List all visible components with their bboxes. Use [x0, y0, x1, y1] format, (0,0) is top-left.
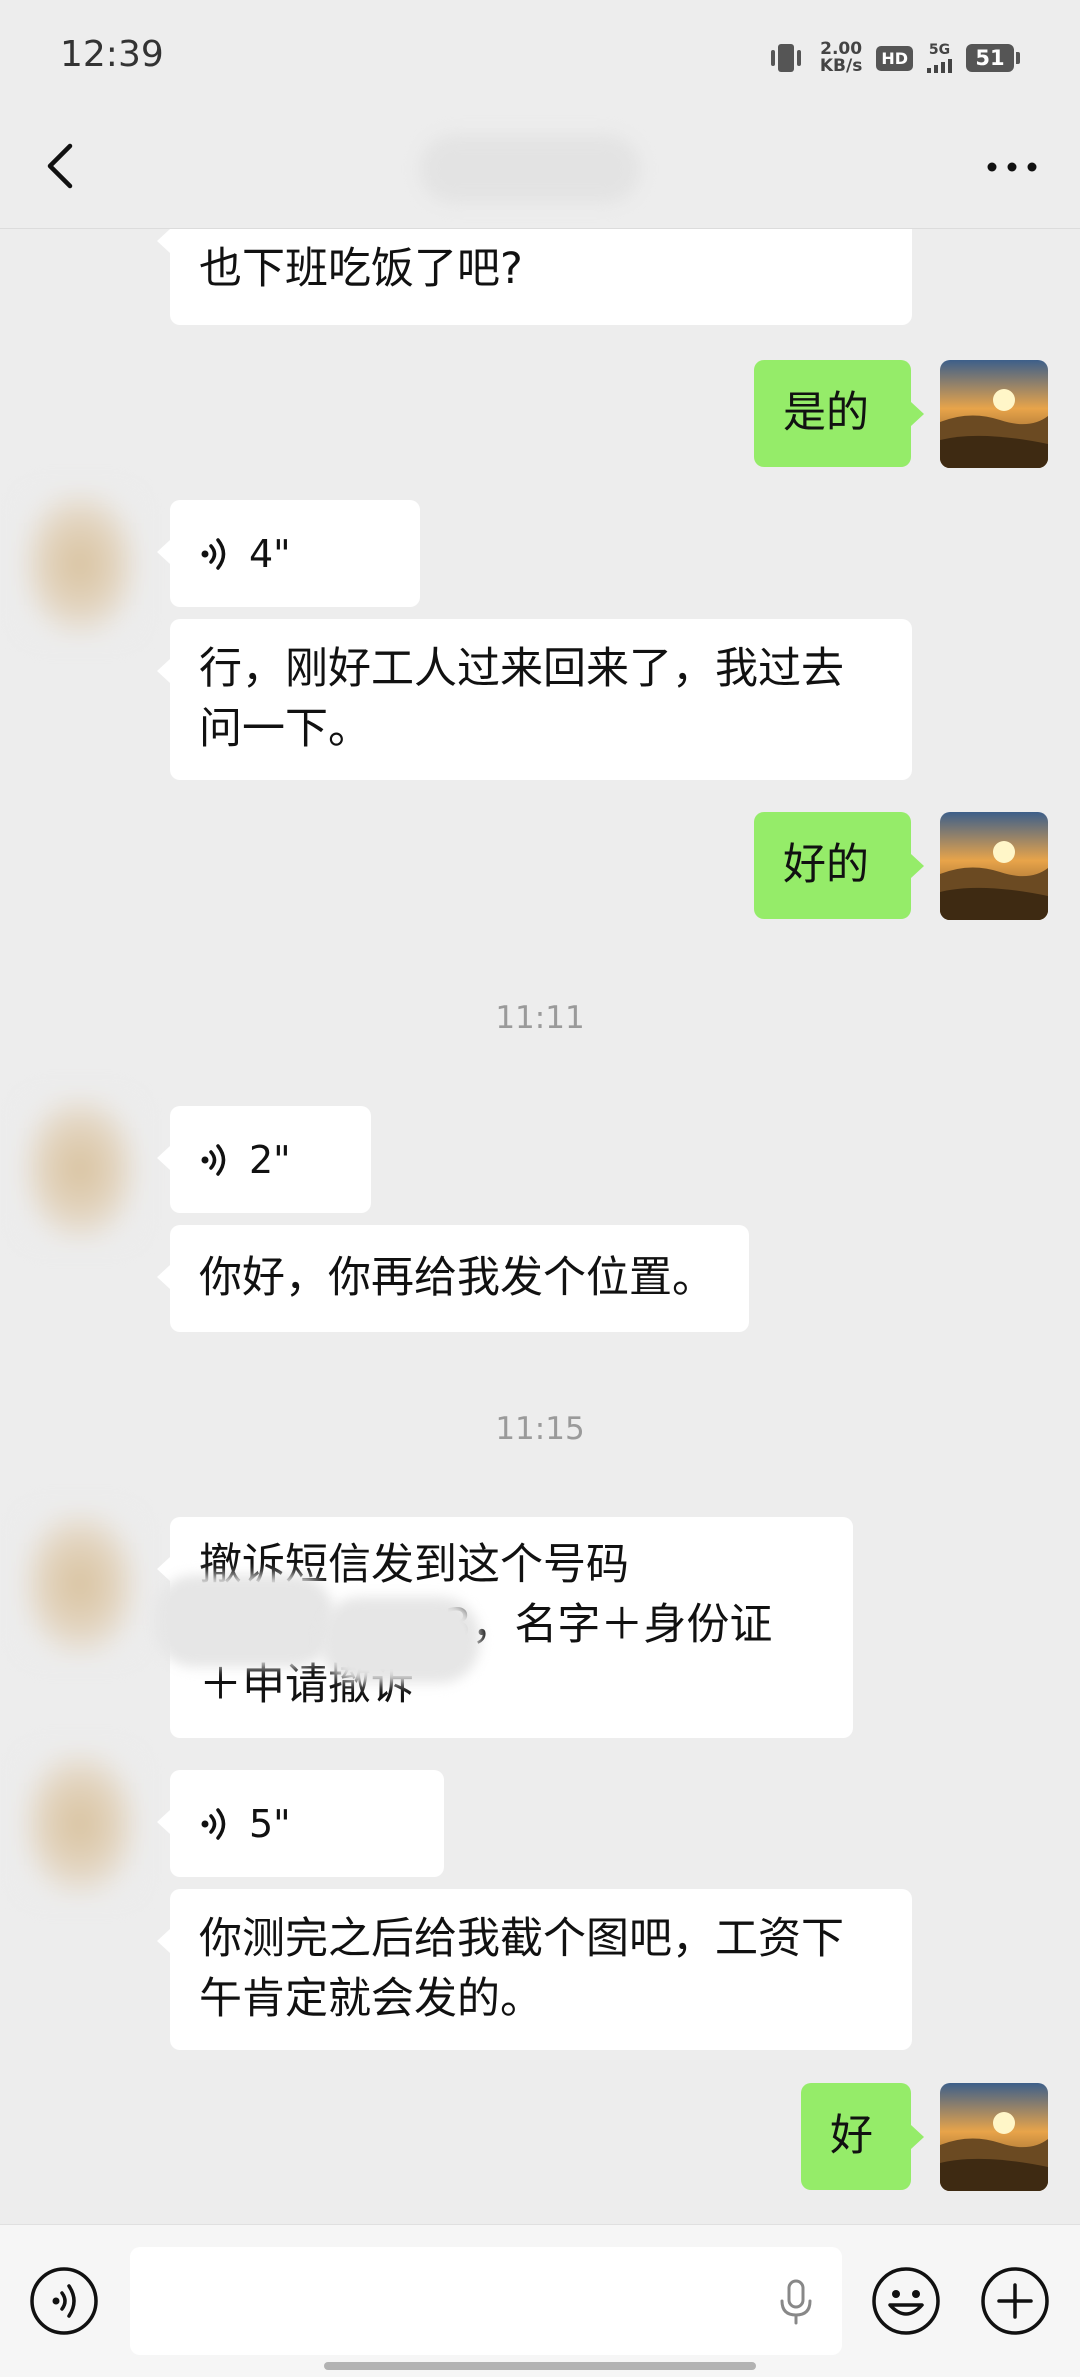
plus-icon[interactable] — [979, 2265, 1051, 2337]
timestamp: 11:15 — [495, 1411, 585, 1447]
input-bar — [0, 2224, 1080, 2377]
my-avatar[interactable] — [940, 2083, 1048, 2191]
voice-input-icon[interactable] — [28, 2265, 100, 2337]
status-bar: 12:39 2.00 KB/s HD 5G 51 — [0, 0, 1080, 110]
my-avatar[interactable] — [940, 812, 1048, 920]
mic-icon[interactable] — [772, 2277, 820, 2327]
contact-avatar[interactable] — [20, 1749, 140, 1899]
battery-level: 51 — [966, 44, 1014, 72]
battery-icon: 51 — [966, 44, 1020, 72]
network-speed-unit: KB/s — [819, 56, 863, 76]
emoji-icon[interactable] — [870, 2265, 942, 2337]
voice-wave-icon — [201, 537, 226, 570]
redaction-blur — [320, 1597, 480, 1683]
voice-message[interactable]: 4" — [157, 500, 420, 607]
voice-message[interactable]: 2" — [157, 1106, 371, 1213]
voice-duration: 2" — [249, 1137, 291, 1182]
message-text: 行，刚好工人过来回来了，我过去 问一下。 — [199, 644, 844, 754]
voice-duration: 4" — [249, 531, 291, 576]
voice-wave-icon — [201, 1807, 226, 1840]
message-bubble-incoming[interactable]: 你测完之后给我截个图吧，工资下 午肯定就会发的。 — [157, 1889, 912, 2050]
message-text: 好 — [830, 2111, 873, 2161]
timestamp: 11:11 — [495, 1000, 585, 1036]
contact-avatar[interactable] — [20, 1094, 140, 1244]
message-list[interactable]: 也下班吃饭了吧? 是的 4" 行，刚好工人过来回来了，我过去 问一下。 好的 1… — [0, 229, 1080, 2224]
vibrate-icon — [770, 44, 801, 72]
message-bubble-incoming[interactable]: 你好，你再给我发个位置。 — [157, 1225, 749, 1332]
message-bubble-incoming[interactable]: 行，刚好工人过来回来了，我过去 问一下。 — [157, 619, 912, 780]
my-avatar[interactable] — [940, 360, 1048, 468]
contact-avatar[interactable] — [20, 489, 140, 639]
message-bubble-outgoing[interactable]: 好的 — [754, 812, 924, 919]
status-time: 12:39 — [60, 34, 164, 75]
message-bubble-incoming[interactable]: 也下班吃饭了吧? — [157, 229, 912, 325]
contact-avatar[interactable] — [20, 1509, 140, 1659]
message-text: 你测完之后给我截个图吧，工资下 午肯定就会发的。 — [199, 1914, 844, 2024]
message-text: 你好，你再给我发个位置。 — [199, 1253, 715, 1303]
message-text: 好的 — [783, 840, 869, 890]
message-bubble-incoming[interactable]: 撤诉短信发到这个号码 3，名字＋身份证 ＋申请撤诉 — [154, 1517, 853, 1738]
voice-duration: 5" — [249, 1801, 291, 1846]
chat-title — [420, 135, 640, 203]
message-input[interactable] — [130, 2247, 842, 2355]
network-speed: 2.00 KB/s — [820, 41, 862, 75]
hd-badge: HD — [876, 45, 913, 71]
message-text: 是的 — [783, 388, 869, 438]
message-bubble-outgoing[interactable]: 是的 — [754, 360, 924, 467]
more-icon[interactable] — [984, 150, 1040, 184]
home-indicator[interactable] — [324, 2362, 756, 2370]
redaction-blur — [154, 1575, 334, 1667]
message-bubble-outgoing[interactable]: 好 — [801, 2083, 924, 2190]
voice-wave-icon — [201, 1143, 226, 1176]
back-icon[interactable] — [38, 136, 82, 196]
voice-message[interactable]: 5" — [157, 1770, 444, 1877]
message-text: 也下班吃饭了吧? — [199, 244, 523, 294]
signal-icon: 5G — [927, 43, 952, 73]
network-type: 5G — [928, 42, 951, 58]
status-icons: 2.00 KB/s HD 5G 51 — [766, 36, 1020, 80]
chat-header — [0, 110, 1080, 229]
